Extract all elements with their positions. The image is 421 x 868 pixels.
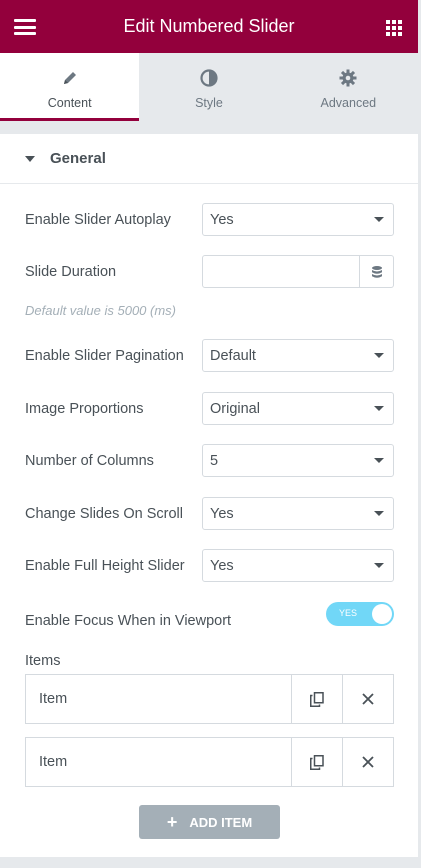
controls-panel: General Enable Slider Autoplay Yes Slide… <box>0 133 418 857</box>
control-duration: Slide Duration <box>25 255 394 288</box>
control-proportions: Image Proportions Original <box>25 392 394 425</box>
columns-value: 5 <box>210 452 219 469</box>
autoplay-select[interactable]: Yes <box>202 203 394 236</box>
duration-field <box>202 255 394 288</box>
pagination-select[interactable]: Default <box>202 339 394 372</box>
dropdown-arrow-icon <box>374 353 384 358</box>
repeater-item-title[interactable]: Item <box>26 738 291 786</box>
page-title: Edit Numbered Slider <box>123 16 295 36</box>
items-heading: Items <box>25 653 394 669</box>
pencil-icon <box>62 68 78 88</box>
control-columns: Number of Columns 5 <box>25 444 394 477</box>
control-focus: Enable Focus When in Viewport YES <box>25 602 394 629</box>
columns-label: Number of Columns <box>25 452 154 469</box>
gear-icon <box>339 68 357 88</box>
control-fullheight: Enable Full Height Slider Yes <box>25 549 394 582</box>
focus-toggle-switch[interactable]: YES <box>326 602 394 626</box>
columns-select[interactable]: 5 <box>202 444 394 477</box>
duration-label: Slide Duration <box>25 263 117 280</box>
tab-style-label: Style <box>195 96 223 110</box>
half-circle-icon <box>200 68 218 88</box>
control-scroll: Change Slides On Scroll Yes <box>25 497 394 530</box>
pagination-value: Default <box>210 347 256 364</box>
dropdown-arrow-icon <box>374 458 384 463</box>
dropdown-arrow-icon <box>374 406 384 411</box>
control-pagination: Enable Slider Pagination Default <box>25 339 394 372</box>
section-title: General <box>50 150 106 167</box>
repeater-item: Item <box>25 674 394 724</box>
toggle-knob <box>372 604 392 624</box>
scroll-label: Change Slides On Scroll <box>25 505 183 522</box>
items-label: Items <box>25 653 61 669</box>
autoplay-label: Enable Slider Autoplay <box>25 211 171 228</box>
dropdown-arrow-icon <box>374 563 384 568</box>
autoplay-value: Yes <box>210 211 234 228</box>
panel-header: Edit Numbered Slider <box>0 0 418 53</box>
duration-input[interactable] <box>202 255 360 288</box>
close-icon[interactable] <box>342 675 393 723</box>
fullheight-value: Yes <box>210 557 234 574</box>
proportions-value: Original <box>210 400 260 417</box>
duplicate-icon[interactable] <box>291 738 342 786</box>
add-item-button[interactable]: + ADD ITEM <box>139 805 280 839</box>
tab-content-label: Content <box>47 96 92 110</box>
repeater-item: Item <box>25 737 394 787</box>
pagination-label: Enable Slider Pagination <box>25 347 184 364</box>
divider <box>0 121 418 133</box>
tab-advanced-label: Advanced <box>320 96 377 110</box>
fullheight-label: Enable Full Height Slider <box>25 557 185 574</box>
control-autoplay: Enable Slider Autoplay Yes <box>25 203 394 236</box>
dropdown-arrow-icon <box>374 217 384 222</box>
widgets-grid-icon[interactable] <box>386 20 402 36</box>
proportions-select[interactable]: Original <box>202 392 394 425</box>
tab-content[interactable]: Content <box>0 53 140 121</box>
scroll-select[interactable]: Yes <box>202 497 394 530</box>
dynamic-tags-icon[interactable] <box>360 255 394 288</box>
focus-label: Enable Focus When in Viewport <box>25 613 232 629</box>
duration-description: Default value is 5000 (ms) <box>25 303 177 318</box>
add-item-label: ADD ITEM <box>189 814 253 830</box>
dropdown-arrow-icon <box>374 511 384 516</box>
repeater-item-title[interactable]: Item <box>26 675 291 723</box>
caret-down-icon <box>25 155 35 162</box>
plus-icon: + <box>166 811 178 832</box>
scroll-value: Yes <box>210 505 234 522</box>
proportions-label: Image Proportions <box>25 400 144 417</box>
panel-tabs: Content Style Advanced <box>0 53 418 121</box>
tab-style[interactable]: Style <box>139 53 279 121</box>
hamburger-menu-icon[interactable] <box>14 19 36 35</box>
duplicate-icon[interactable] <box>291 675 342 723</box>
toggle-state-text: YES <box>339 608 358 618</box>
close-icon[interactable] <box>342 738 393 786</box>
tab-advanced[interactable]: Advanced <box>278 53 418 121</box>
fullheight-select[interactable]: Yes <box>202 549 394 582</box>
section-general-toggle[interactable]: General <box>0 134 418 184</box>
